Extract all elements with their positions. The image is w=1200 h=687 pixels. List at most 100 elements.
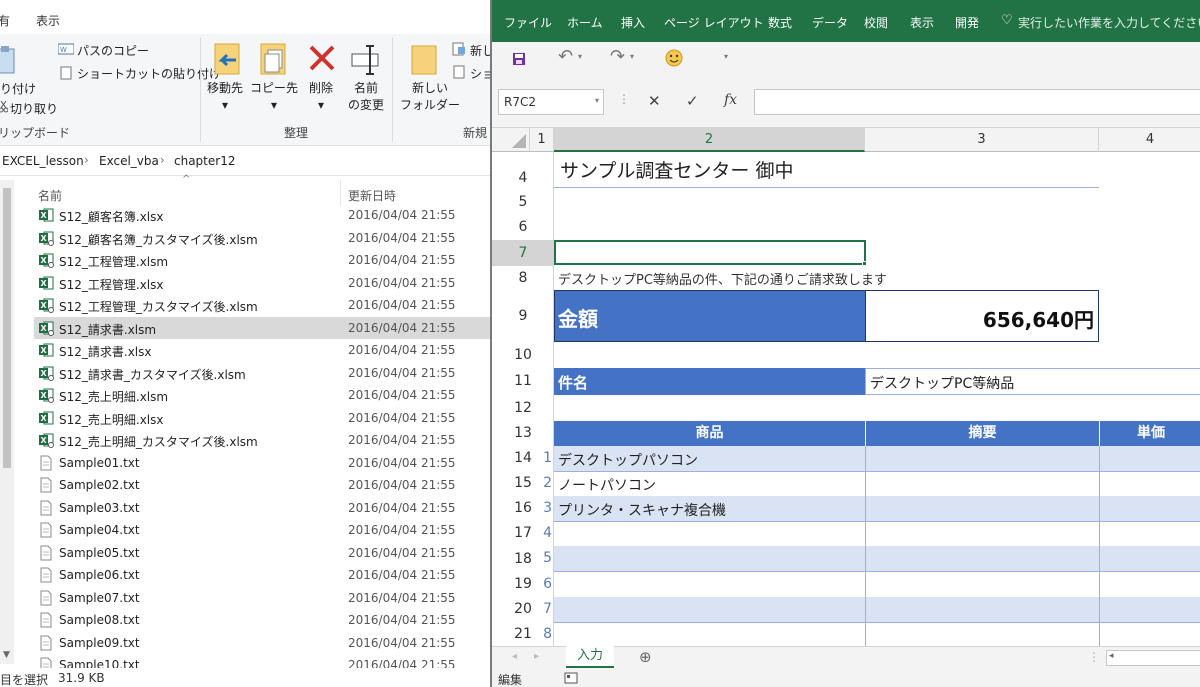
scroll-right-icon[interactable]: ▸ — [534, 651, 539, 662]
insert-function-icon[interactable]: fx — [724, 92, 737, 108]
intro-text-cell[interactable]: デスクトップPC等納品の件、下記の通りご請求致します — [558, 269, 887, 288]
item-number-cell[interactable]: 6 — [530, 576, 552, 592]
item-number-cell[interactable]: 4 — [530, 525, 552, 541]
file-row[interactable]: X S12_顧客名簿.xlsx 2016/04/04 21:55 — [34, 204, 490, 226]
new-folder-button[interactable]: 新しい フォルダー — [400, 80, 460, 114]
scroll-left-icon[interactable]: ◂ — [512, 651, 517, 662]
redo-dropdown-icon[interactable]: ▾ — [630, 52, 634, 61]
file-row[interactable]: X S12_工程管理_カスタマイズ後.xlsm 2016/04/04 21:55 — [34, 294, 490, 316]
delete-button[interactable]: 削除 ▾ — [309, 80, 333, 114]
breadcrumb-item[interactable]: EXCEL_lesson — [2, 154, 84, 168]
item-number-cell[interactable]: 7 — [530, 601, 552, 617]
file-row[interactable]: X S12_工程管理.xlsx 2016/04/04 21:55 — [34, 272, 490, 294]
column-divider[interactable] — [340, 180, 341, 206]
tab-file[interactable]: ファイル — [504, 14, 552, 31]
file-list-scrollbar[interactable]: ▼ — [0, 180, 14, 664]
file-row[interactable]: X S12_売上明細_カスタマイズ後.xlsm 2016/04/04 21:55 — [34, 429, 490, 451]
macro-record-icon[interactable] — [564, 672, 578, 684]
file-row[interactable]: X S12_請求書_カスタマイズ後.xlsm 2016/04/04 21:55 — [34, 362, 490, 384]
file-row[interactable]: X S12_請求書.xlsx 2016/04/04 21:55 — [34, 339, 490, 361]
file-row[interactable]: Sample07.txt 2016/04/04 21:55 — [34, 587, 490, 609]
chevron-right-icon[interactable]: › — [160, 153, 165, 167]
chevron-right-icon[interactable]: › — [84, 153, 89, 167]
table-header-summary[interactable]: 摘要 — [866, 421, 1099, 446]
subject-value-cell[interactable]: デスクトップPC等納品 — [865, 368, 1200, 395]
item-number-cell[interactable]: 2 — [530, 475, 552, 491]
file-row[interactable]: Sample05.txt 2016/04/04 21:55 — [34, 542, 490, 564]
file-row[interactable]: Sample03.txt 2016/04/04 21:55 — [34, 497, 490, 519]
rename-button[interactable]: 名前 の変更 — [348, 80, 384, 114]
row-header[interactable]: 8 — [492, 266, 554, 290]
row-header[interactable]: 9 — [492, 290, 554, 342]
paste-button[interactable]: り付け — [0, 80, 36, 97]
file-row[interactable]: X S12_顧客名簿_カスタマイズ後.xlsm 2016/04/04 21:55 — [34, 227, 490, 249]
copy-to-button[interactable]: コピー先 ▾ — [250, 80, 298, 114]
address-bar[interactable]: EXCEL_lesson › Excel_vba › chapter12 — [0, 148, 490, 176]
new-item-button[interactable]: 新し — [470, 42, 490, 59]
column-header-name[interactable]: 名前 — [38, 187, 62, 204]
tab-page-layout[interactable]: ページ レイアウト — [664, 14, 764, 31]
splitter-icon[interactable]: ⋮ — [1088, 650, 1100, 664]
formula-input[interactable] — [754, 89, 1200, 115]
row-header[interactable]: 12 — [492, 395, 554, 421]
breadcrumb-item[interactable]: chapter12 — [174, 154, 235, 168]
addressee-cell[interactable]: サンプル調査センター 御中 — [560, 156, 793, 183]
row-header[interactable]: 10 — [492, 342, 554, 368]
tab-share[interactable]: 有 — [0, 12, 10, 29]
file-row[interactable]: X S12_工程管理.xlsm 2016/04/04 21:55 — [34, 249, 490, 271]
item-number-cell[interactable]: 3 — [530, 500, 552, 516]
item-number-cell[interactable]: 1 — [530, 450, 552, 466]
tab-developer[interactable]: 開発 — [955, 14, 979, 31]
file-row[interactable]: X S12_請求書.xlsm 2016/04/04 21:55 — [34, 316, 490, 339]
file-row[interactable]: Sample09.txt 2016/04/04 21:55 — [34, 632, 490, 654]
item-name-cell[interactable]: プリンタ・スキャナ複合機 — [558, 500, 863, 520]
tab-formulas[interactable]: 数式 — [768, 14, 792, 31]
table-header-product[interactable]: 商品 — [554, 421, 865, 446]
paste-icon[interactable] — [0, 46, 16, 74]
easy-access-button[interactable]: ショ — [470, 65, 490, 82]
item-name-cell[interactable]: デスクトップパソコン — [558, 450, 863, 470]
row-header[interactable]: 11 — [492, 368, 554, 395]
file-row[interactable]: Sample01.txt 2016/04/04 21:55 — [34, 452, 490, 474]
column-header-4[interactable]: 4 — [1099, 128, 1200, 152]
add-sheet-icon[interactable]: ⊕ — [639, 648, 652, 666]
tab-home[interactable]: ホーム — [567, 14, 603, 31]
undo-icon[interactable]: ↶ — [558, 46, 573, 67]
tell-me-box[interactable]: 実行したい作業を入力してください... — [1018, 14, 1200, 31]
file-row[interactable]: X S12_売上明細.xlsm 2016/04/04 21:55 — [34, 384, 490, 406]
column-header-1[interactable]: 1 — [530, 128, 554, 152]
sheet-tab-input[interactable]: 入力 — [566, 646, 614, 668]
tab-view[interactable]: 表示 — [36, 12, 60, 29]
row-header[interactable]: 13 — [492, 421, 554, 446]
column-header-2[interactable]: 2 — [554, 128, 865, 152]
copy-path-button[interactable]: パスのコピー — [77, 42, 149, 59]
cut-button[interactable]: 切り取り — [10, 100, 58, 117]
file-row[interactable]: Sample04.txt 2016/04/04 21:55 — [34, 519, 490, 541]
row-header[interactable]: 5 — [492, 190, 554, 215]
row-header[interactable]: 6 — [492, 215, 554, 240]
breadcrumb-item[interactable]: Excel_vba — [99, 154, 159, 168]
scroll-down-icon[interactable]: ▼ — [3, 650, 10, 660]
select-all-button[interactable] — [492, 128, 530, 152]
file-row[interactable]: Sample08.txt 2016/04/04 21:55 — [34, 609, 490, 631]
item-number-cell[interactable]: 8 — [530, 626, 552, 642]
tab-review[interactable]: 校閲 — [864, 14, 888, 31]
smiley-icon[interactable] — [664, 48, 684, 68]
fill-handle[interactable] — [862, 261, 867, 266]
tab-view[interactable]: 表示 — [910, 14, 934, 31]
active-cell[interactable] — [554, 240, 866, 265]
redo-icon[interactable]: ↷ — [610, 46, 625, 67]
file-row[interactable]: X S12_売上明細.xlsx 2016/04/04 21:55 — [34, 407, 490, 429]
file-row[interactable]: Sample02.txt 2016/04/04 21:55 — [34, 474, 490, 496]
tab-data[interactable]: データ — [812, 14, 848, 31]
file-row[interactable]: Sample06.txt 2016/04/04 21:55 — [34, 564, 490, 586]
name-box[interactable]: R7C2 ▾ — [498, 89, 604, 115]
undo-dropdown-icon[interactable]: ▾ — [578, 52, 582, 61]
horizontal-scrollbar[interactable]: ◂ — [1106, 650, 1200, 666]
name-box-dropdown-icon[interactable]: ▾ — [595, 96, 599, 105]
item-name-cell[interactable]: ノートパソコン — [558, 475, 863, 495]
enter-icon[interactable]: ✓ — [686, 92, 699, 110]
save-icon[interactable] — [512, 52, 526, 66]
column-header-date[interactable]: 更新日時 — [348, 187, 396, 204]
drag-handle-icon[interactable]: ⋮ — [618, 92, 630, 106]
